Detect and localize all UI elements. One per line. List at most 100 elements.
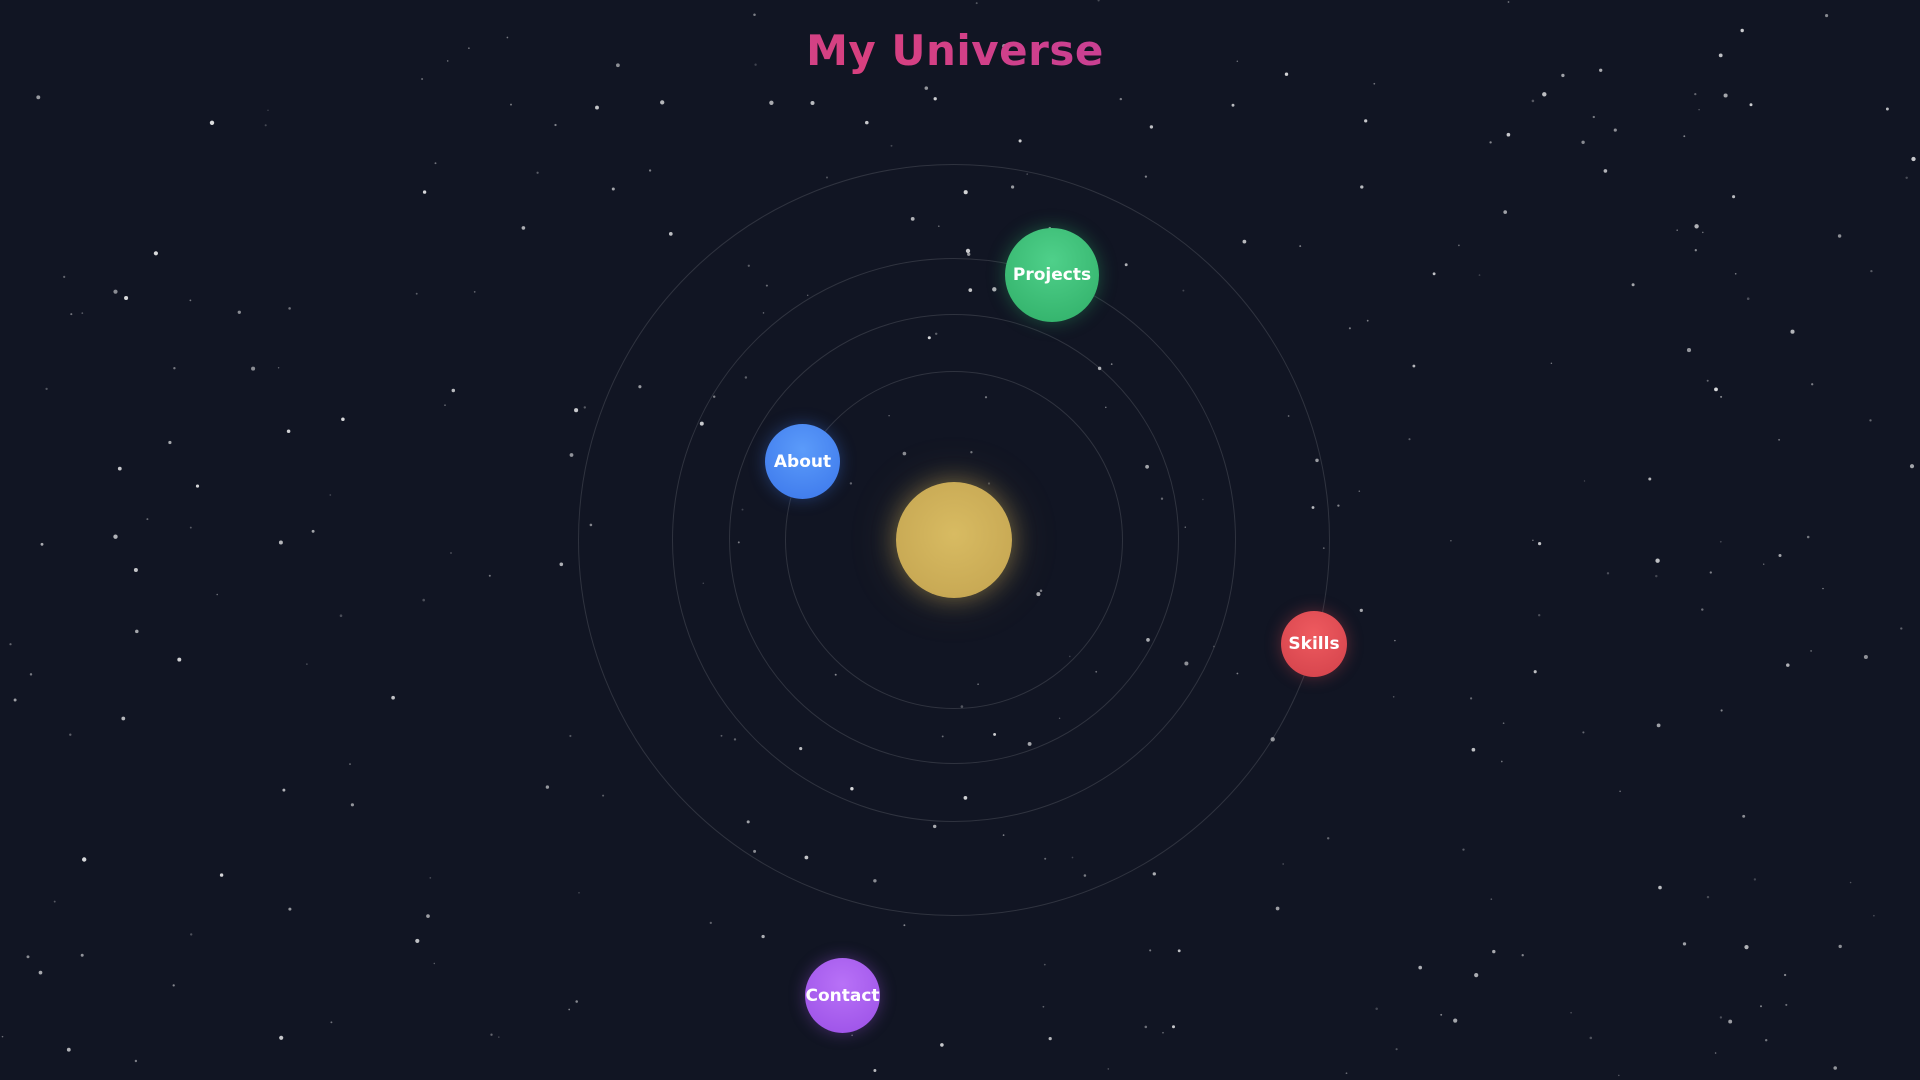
star bbox=[450, 552, 452, 554]
star bbox=[82, 857, 87, 862]
star bbox=[1418, 965, 1423, 970]
star bbox=[1863, 654, 1868, 660]
star bbox=[559, 562, 564, 567]
star bbox=[1825, 14, 1829, 18]
star bbox=[490, 1033, 493, 1036]
planet-projects-button[interactable]: Projects bbox=[1005, 228, 1099, 322]
star bbox=[1786, 663, 1790, 667]
star bbox=[1603, 169, 1608, 173]
star bbox=[1838, 944, 1842, 949]
star bbox=[1822, 587, 1824, 590]
star bbox=[1172, 1025, 1175, 1029]
star bbox=[45, 387, 48, 391]
star bbox=[209, 120, 215, 125]
star bbox=[133, 568, 138, 572]
star bbox=[40, 542, 44, 546]
star bbox=[510, 103, 512, 106]
star bbox=[1701, 608, 1704, 611]
star bbox=[70, 313, 73, 316]
star bbox=[1490, 898, 1493, 900]
star bbox=[339, 614, 343, 617]
star bbox=[1531, 99, 1535, 103]
star bbox=[1506, 132, 1511, 137]
star bbox=[121, 716, 126, 721]
star bbox=[1723, 93, 1728, 98]
star bbox=[575, 1000, 578, 1003]
star bbox=[1658, 885, 1662, 890]
star bbox=[81, 312, 84, 314]
star bbox=[660, 100, 665, 105]
star bbox=[769, 100, 774, 105]
planet-contact-button[interactable]: Contact bbox=[805, 958, 880, 1033]
star bbox=[1714, 1052, 1717, 1054]
star bbox=[1394, 639, 1396, 642]
star bbox=[429, 877, 432, 879]
star bbox=[1790, 329, 1795, 334]
star bbox=[1655, 574, 1658, 578]
star bbox=[1358, 490, 1361, 492]
star bbox=[595, 105, 599, 110]
star bbox=[1570, 1011, 1572, 1014]
star bbox=[648, 169, 652, 172]
star bbox=[668, 232, 673, 236]
star bbox=[1742, 814, 1746, 818]
star bbox=[1873, 914, 1875, 917]
star bbox=[80, 953, 84, 957]
star bbox=[279, 1035, 284, 1040]
star bbox=[1810, 649, 1813, 652]
star bbox=[1734, 272, 1737, 275]
star bbox=[1656, 723, 1661, 728]
star bbox=[1242, 239, 1247, 244]
planet-about-button[interactable]: About bbox=[765, 424, 840, 499]
star bbox=[1348, 327, 1351, 330]
star bbox=[810, 100, 815, 106]
page-title: My Universe bbox=[0, 26, 1910, 75]
star bbox=[1720, 395, 1723, 398]
star bbox=[1763, 563, 1765, 565]
planet-skills-button[interactable]: Skills bbox=[1281, 611, 1347, 677]
star bbox=[251, 366, 256, 371]
star bbox=[1507, 1, 1510, 3]
star bbox=[195, 484, 200, 488]
star bbox=[1275, 906, 1280, 911]
star bbox=[1144, 1025, 1148, 1029]
star bbox=[36, 95, 41, 100]
star bbox=[434, 162, 437, 165]
sun bbox=[896, 482, 1012, 598]
star bbox=[1676, 229, 1678, 231]
star bbox=[1299, 245, 1302, 248]
star bbox=[1760, 1005, 1762, 1008]
star bbox=[278, 540, 283, 545]
star bbox=[1364, 119, 1368, 123]
star bbox=[190, 933, 193, 936]
star bbox=[1744, 944, 1749, 950]
star bbox=[1360, 185, 1364, 189]
star bbox=[38, 970, 43, 975]
star bbox=[1500, 760, 1503, 763]
star bbox=[611, 187, 615, 191]
star bbox=[1450, 540, 1452, 542]
star bbox=[1885, 107, 1889, 111]
star bbox=[1655, 558, 1660, 563]
star bbox=[1613, 128, 1617, 132]
star bbox=[1177, 949, 1181, 953]
star bbox=[219, 873, 224, 877]
star bbox=[277, 367, 280, 369]
star bbox=[1686, 348, 1692, 353]
star bbox=[264, 124, 267, 127]
star bbox=[1583, 480, 1586, 482]
star bbox=[1533, 670, 1537, 674]
star bbox=[521, 226, 526, 230]
star bbox=[568, 1008, 571, 1011]
star bbox=[113, 534, 118, 539]
star bbox=[1231, 103, 1235, 107]
star bbox=[933, 97, 937, 101]
star bbox=[1440, 1013, 1443, 1016]
star bbox=[1811, 383, 1814, 386]
star bbox=[1492, 949, 1496, 954]
star bbox=[1042, 1005, 1045, 1008]
star bbox=[1149, 949, 1152, 952]
star bbox=[189, 526, 192, 529]
star bbox=[1373, 82, 1376, 85]
star bbox=[1589, 1036, 1593, 1040]
